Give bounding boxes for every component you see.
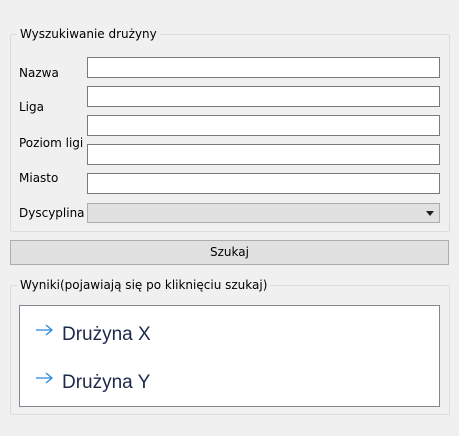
nazwa-label: Nazwa bbox=[19, 66, 59, 80]
nazwa-input[interactable] bbox=[87, 57, 440, 78]
poziom-ligi-extra-input[interactable] bbox=[87, 144, 440, 165]
arrow-right-icon bbox=[36, 372, 54, 384]
dyscyplina-combobox[interactable] bbox=[87, 203, 440, 223]
miasto-input[interactable] bbox=[87, 173, 440, 194]
poziom-ligi-input[interactable] bbox=[87, 115, 440, 136]
list-item[interactable]: Drużyna Y bbox=[35, 368, 415, 396]
liga-input[interactable] bbox=[87, 86, 440, 107]
chevron-down-icon bbox=[426, 211, 434, 216]
list-item[interactable]: Drużyna X bbox=[35, 320, 415, 348]
arrow-right-icon bbox=[36, 324, 54, 336]
search-button[interactable]: Szukaj bbox=[10, 240, 449, 265]
dyscyplina-label: Dyscyplina bbox=[19, 206, 85, 220]
liga-label: Liga bbox=[19, 100, 44, 114]
miasto-label: Miasto bbox=[19, 171, 59, 185]
search-group-title: Wyszukiwanie drużyny bbox=[17, 27, 160, 41]
results-group-title: Wyniki(pojawiają się po kliknięciu szuka… bbox=[17, 278, 271, 292]
results-list[interactable]: Drużyna X Drużyna Y bbox=[19, 305, 440, 407]
result-label: Drużyna X bbox=[62, 324, 151, 345]
poziom-ligi-label: Poziom ligi bbox=[19, 136, 84, 150]
result-label: Drużyna Y bbox=[62, 372, 151, 393]
